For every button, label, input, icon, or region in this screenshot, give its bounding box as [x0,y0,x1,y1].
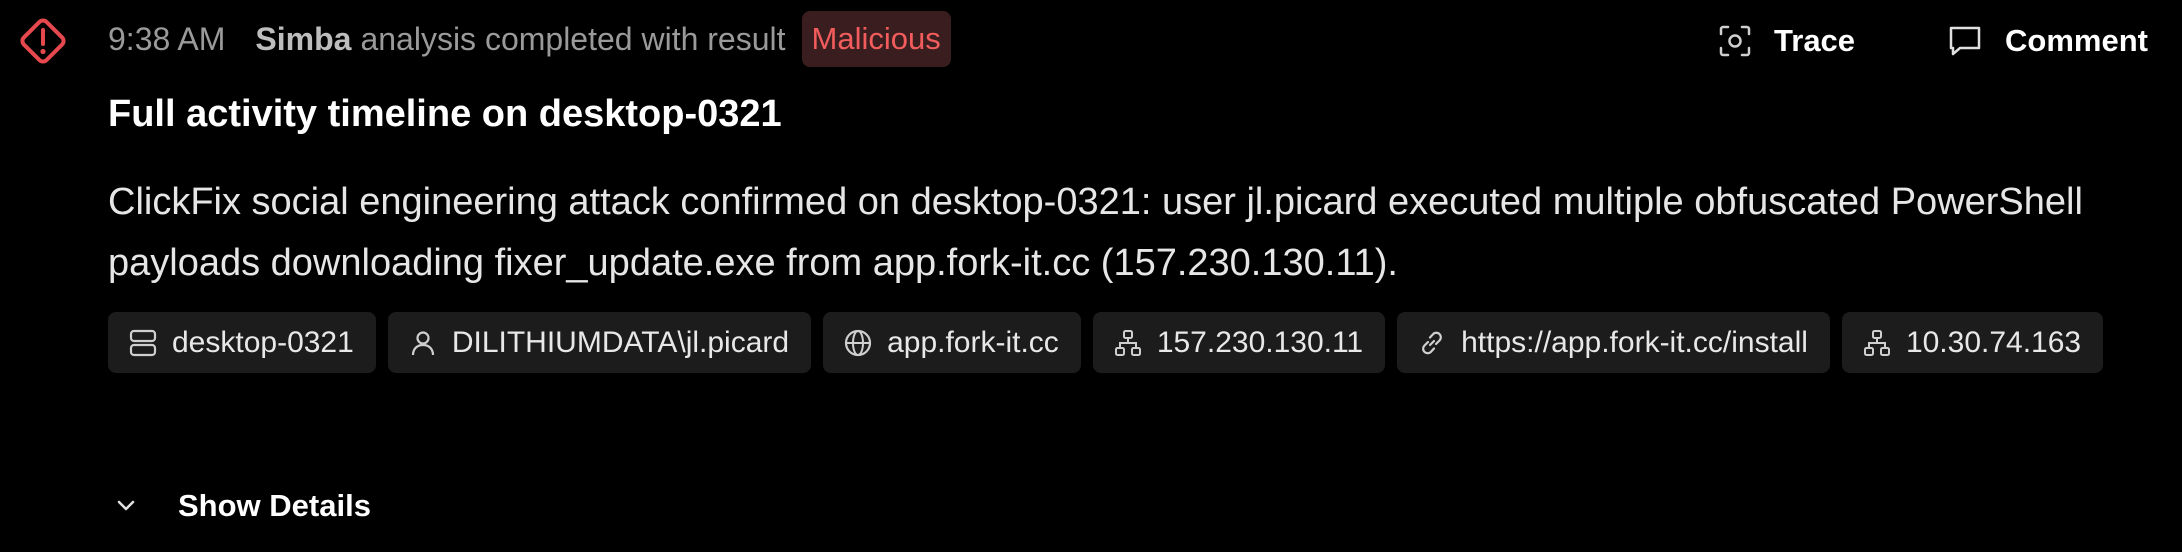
entity-chip-ip[interactable]: 157.230.130.11 [1092,312,1386,373]
event-header: 9:38 AM Simba analysis completed with re… [108,10,951,68]
event-agent: Simba [255,20,352,57]
entity-chip-label: desktop-0321 [172,325,354,359]
trace-button[interactable]: Trace [1718,23,1855,59]
entity-chip-label: 10.30.74.163 [1905,325,2082,359]
entity-chip-label: app.fork-it.cc [887,325,1059,359]
event-description: ClickFix social engineering attack confi… [108,181,2083,284]
chevron-down-icon [117,500,135,511]
show-details-label: Show Details [178,488,371,523]
verdict-badge: Malicious [801,11,951,67]
comment-button[interactable]: Comment [1947,23,2148,59]
entity-chip-ip[interactable]: 10.30.74.163 [1841,312,2104,373]
entity-chip-label: https://app.fork-it.cc/install [1461,325,1808,359]
entity-chip-domain[interactable]: app.fork-it.cc [823,312,1081,373]
event-actions: Trace Comment [1718,10,2148,72]
entity-chip-url[interactable]: https://app.fork-it.cc/install [1397,312,1830,373]
network-icon [1114,329,1141,356]
trace-icon [1719,25,1751,57]
server-icon [129,329,157,356]
entity-chip-user[interactable]: DILITHIUMDATA\jl.picard [387,312,812,373]
comment-label: Comment [2005,23,2148,58]
trace-label: Trace [1774,23,1856,58]
entity-chips: desktop-0321 DILITHIUMDATA\jl.picard app… [108,312,2108,373]
alert-diamond-icon [14,12,72,70]
entity-chip-label: DILITHIUMDATA\jl.picard [451,325,790,359]
user-icon [411,330,434,355]
event-message: analysis completed with result [360,20,786,57]
globe-icon [844,329,872,356]
link-icon [1422,331,1443,354]
entity-chip-host[interactable]: desktop-0321 [108,312,376,373]
show-details-toggle[interactable]: Show Details [108,482,371,530]
event-title: Full activity timeline on desktop-0321 [108,93,782,135]
comment-icon [1949,26,1981,56]
event-time: 9:38 AM [108,20,226,57]
entity-chip-label: 157.230.130.11 [1156,325,1364,359]
network-icon [1863,329,1890,356]
